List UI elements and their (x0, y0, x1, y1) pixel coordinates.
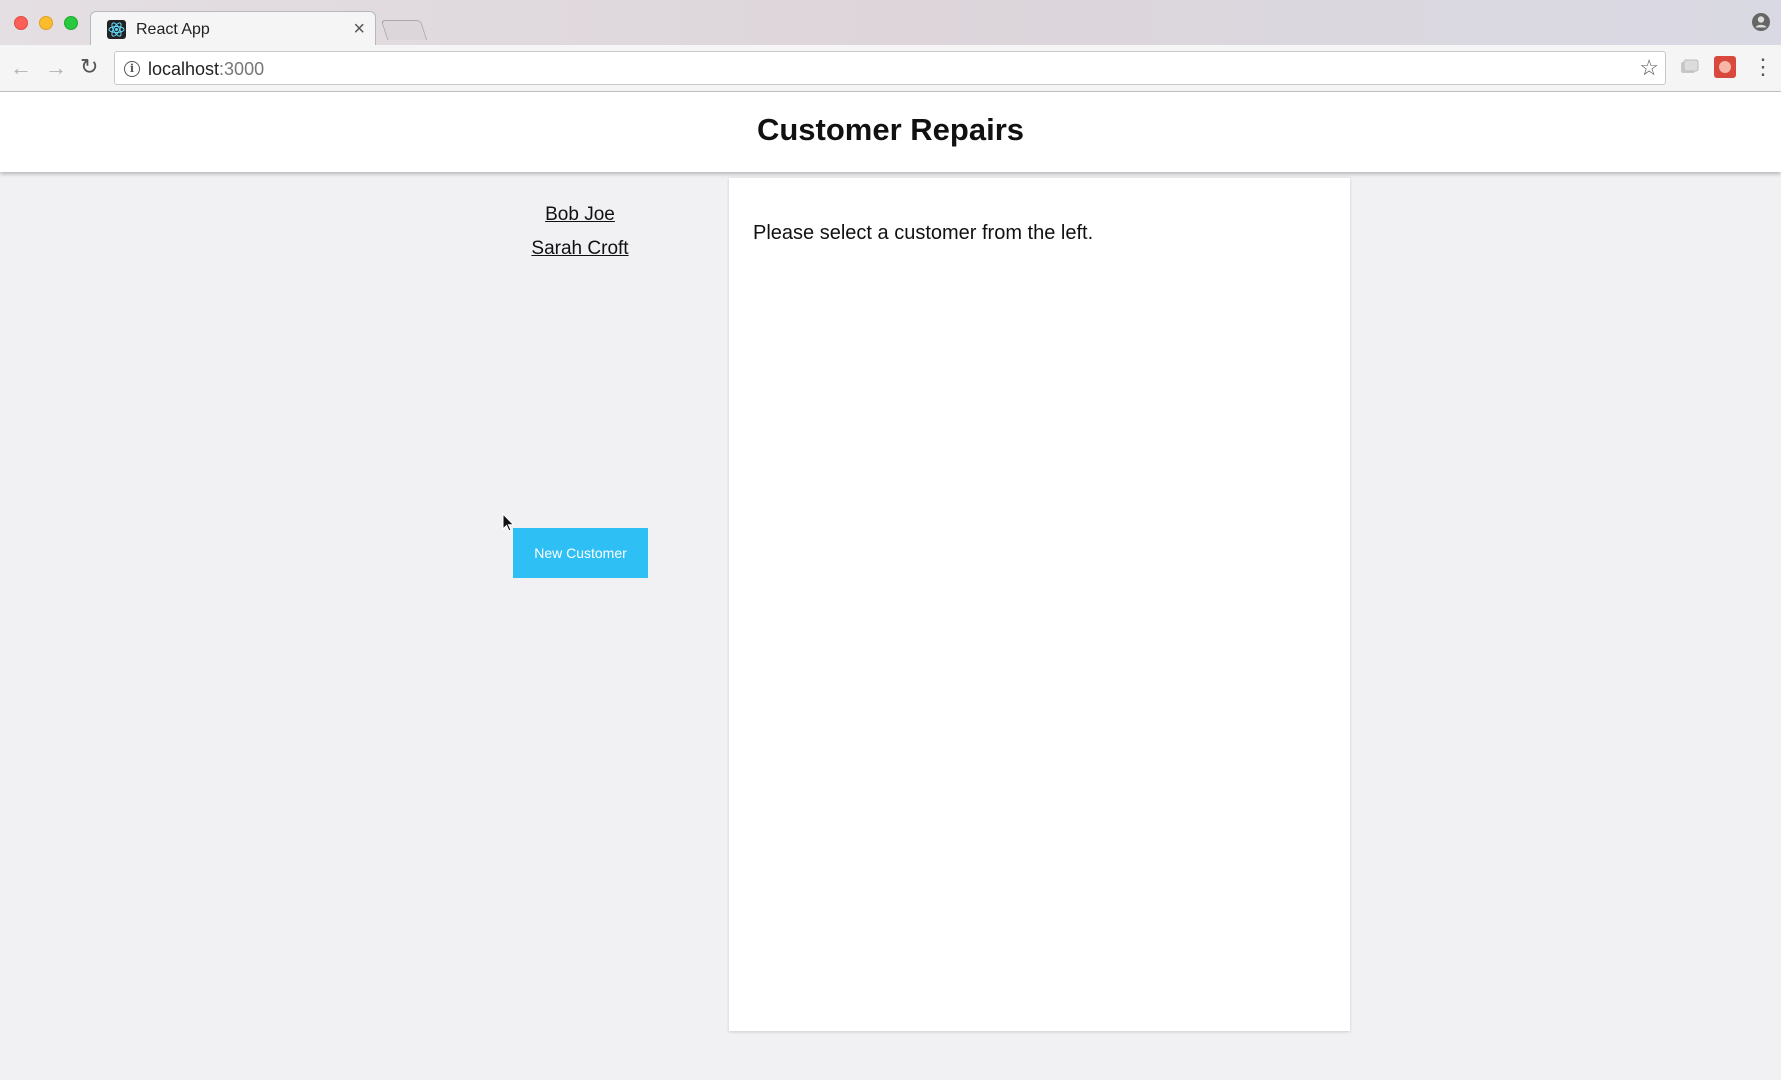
back-arrow-icon[interactable]: ← (10, 57, 32, 79)
new-tab-button[interactable] (380, 20, 428, 40)
new-customer-button[interactable]: New Customer (513, 528, 648, 578)
browser-titlebar: React App × (0, 0, 1781, 46)
info-icon[interactable]: i (124, 61, 140, 77)
tab-title: React App (136, 21, 210, 38)
minimize-window-button[interactable] (39, 16, 53, 30)
customer-list: Bob Joe Sarah Croft (480, 198, 680, 266)
bookmark-star-icon[interactable]: ☆ (1639, 55, 1659, 81)
customer-link-bob-joe[interactable]: Bob Joe (480, 198, 680, 232)
extension-icon-2[interactable] (1714, 56, 1736, 78)
profile-icon[interactable] (1751, 12, 1771, 37)
mouse-cursor-icon (502, 512, 516, 538)
address-bar[interactable]: i localhost:3000 ☆ (114, 51, 1666, 85)
select-customer-message: Please select a customer from the left. (753, 222, 1094, 244)
tab-close-icon[interactable]: × (353, 18, 365, 41)
react-favicon-icon (107, 20, 126, 39)
page-content: Customer Repairs Bob Joe Sarah Croft New… (0, 92, 1781, 1080)
menu-icon[interactable]: ⋮ (1752, 56, 1774, 78)
customer-detail-panel: Please select a customer from the left. (729, 178, 1350, 1031)
extension-icon[interactable] (1678, 56, 1700, 78)
browser-tab[interactable]: React App × (90, 11, 376, 46)
customer-link-sarah-croft[interactable]: Sarah Croft (480, 232, 680, 266)
url-host: localhost (148, 59, 220, 79)
app-header: Customer Repairs (0, 92, 1781, 172)
maximize-window-button[interactable] (64, 16, 78, 30)
close-window-button[interactable] (14, 16, 28, 30)
forward-arrow-icon[interactable]: → (45, 57, 67, 79)
browser-toolbar: ← → ↻ i localhost:3000 ☆ ⋮ (0, 45, 1781, 92)
page-title: Customer Repairs (756, 112, 1025, 147)
reload-icon[interactable]: ↻ (80, 56, 98, 78)
url-port: :3000 (219, 59, 265, 79)
url-text[interactable]: localhost:3000 (148, 59, 264, 80)
